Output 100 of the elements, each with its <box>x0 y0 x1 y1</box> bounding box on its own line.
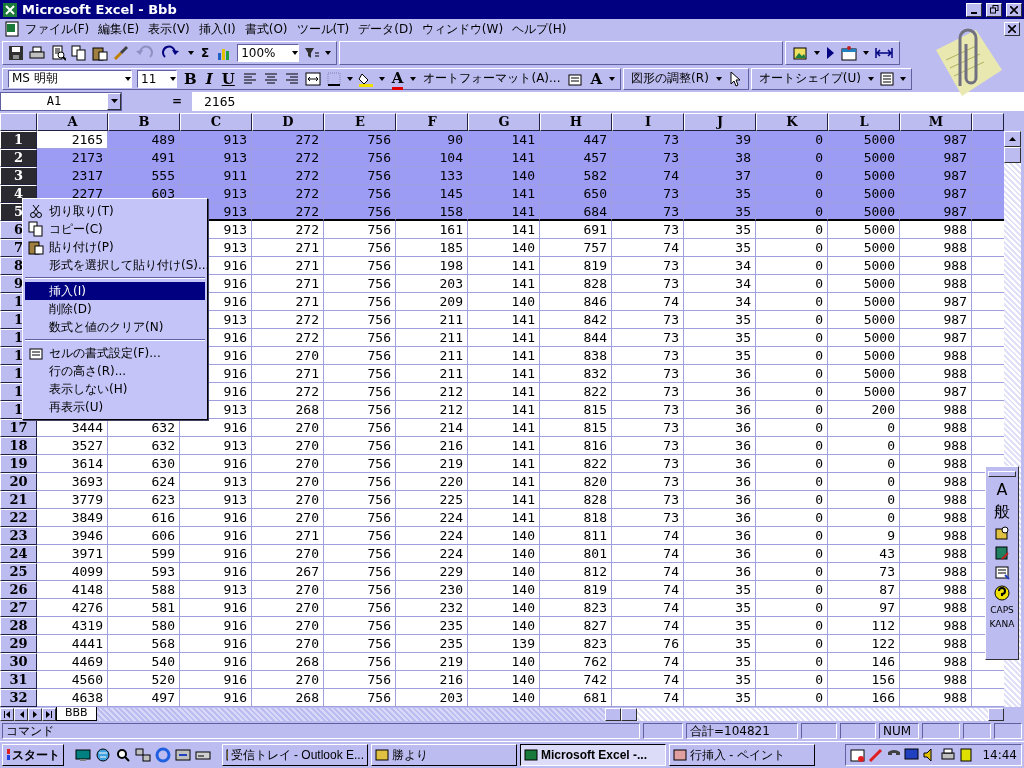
paste-icon[interactable] <box>28 239 44 255</box>
previous-sheet-button[interactable] <box>14 707 28 721</box>
row-header[interactable]: 23 <box>0 527 37 545</box>
desktop-icon[interactable] <box>75 747 91 763</box>
caret-icon[interactable] <box>715 76 722 81</box>
row-header[interactable]: 28 <box>0 617 37 635</box>
help-icon[interactable] <box>994 585 1010 601</box>
pen-icon[interactable] <box>868 747 885 763</box>
autoformat-button[interactable]: オートフォーマット(A)... <box>421 70 563 87</box>
menu-item[interactable]: ツール(T) <box>292 19 354 39</box>
caret-icon[interactable] <box>292 50 299 55</box>
row-header[interactable]: 4 <box>0 185 37 203</box>
caret-icon[interactable] <box>899 76 906 81</box>
menu-item[interactable]: 編集(E) <box>94 19 144 39</box>
caret-icon[interactable] <box>867 76 874 81</box>
row-header[interactable]: 2 <box>0 149 37 167</box>
taskbar-button[interactable]: 勝より <box>371 744 517 766</box>
align-right-icon[interactable] <box>283 70 300 87</box>
play-icon[interactable] <box>825 44 835 61</box>
input-mode-button[interactable]: A <box>996 481 1008 499</box>
row-header[interactable]: 1 <box>0 131 37 149</box>
row-header[interactable]: 18 <box>0 437 37 455</box>
row-header[interactable]: 19 <box>0 455 37 473</box>
row-header[interactable]: 22 <box>0 509 37 527</box>
globe-icon[interactable] <box>95 747 111 763</box>
start-button[interactable]: スタート <box>2 744 64 766</box>
first-sheet-button[interactable] <box>0 707 14 721</box>
next-sheet-button[interactable] <box>28 707 42 721</box>
last-sheet-button[interactable] <box>42 707 56 721</box>
zoom-field[interactable]: 100% <box>237 43 300 62</box>
adjust-shape-button[interactable]: 図形の調整(R) <box>629 70 711 87</box>
printer-icon[interactable] <box>940 747 957 763</box>
menu-item[interactable]: 表示(V) <box>144 19 194 39</box>
copy-icon[interactable] <box>28 221 44 237</box>
print-preview-icon[interactable] <box>50 44 66 61</box>
minimize-button[interactable] <box>966 2 982 17</box>
caret-icon[interactable] <box>125 76 131 81</box>
row-header[interactable]: 26 <box>0 581 37 599</box>
menu-item[interactable]: 書式(O) <box>240 19 292 39</box>
column-header[interactable]: E <box>324 113 396 131</box>
caret-icon[interactable] <box>814 50 820 55</box>
row-header[interactable]: 17 <box>0 419 37 437</box>
notebook-icon[interactable] <box>994 545 1010 561</box>
underline-button[interactable]: U <box>219 69 237 88</box>
channel-icon[interactable] <box>175 747 191 763</box>
sheet-tab[interactable]: BBB <box>56 707 97 721</box>
monitor-icon[interactable] <box>904 747 921 763</box>
formula-field[interactable]: 2165 <box>192 91 1024 111</box>
column-header[interactable]: F <box>396 113 468 131</box>
caret-icon[interactable] <box>170 76 176 81</box>
search-icon[interactable] <box>115 747 131 763</box>
column-header[interactable]: A <box>37 113 108 131</box>
caret-icon[interactable] <box>188 50 194 55</box>
save-icon[interactable] <box>8 44 24 61</box>
align-center-icon[interactable] <box>262 70 279 87</box>
row-header[interactable]: 25 <box>0 563 37 581</box>
menu-item[interactable]: データ(D) <box>354 19 417 39</box>
column-header[interactable]: G <box>468 113 540 131</box>
taskbar-button[interactable]: Microsoft Excel -... <box>520 744 666 766</box>
row-header[interactable]: 3 <box>0 167 37 185</box>
row-header[interactable]: 27 <box>0 599 37 617</box>
align-left-icon[interactable] <box>241 70 258 87</box>
horizontal-scrollbar[interactable] <box>604 707 1004 721</box>
row-header[interactable]: 29 <box>0 635 37 653</box>
column-header[interactable]: M <box>900 113 972 131</box>
close-button[interactable] <box>1006 2 1022 17</box>
select-all-corner[interactable] <box>0 113 37 131</box>
menu-item[interactable]: ウィンドウ(W) <box>417 19 508 39</box>
conversion-mode-button[interactable]: 般 <box>994 503 1010 521</box>
merge-center-icon[interactable] <box>304 70 321 87</box>
caret-icon[interactable] <box>609 76 616 81</box>
context-menu-item[interactable]: 挿入(I) <box>25 282 205 300</box>
restore-button[interactable] <box>986 2 1002 17</box>
borders-icon[interactable] <box>325 70 342 87</box>
row-header[interactable]: 30 <box>0 653 37 671</box>
column-header[interactable]: B <box>108 113 180 131</box>
picture-icon[interactable] <box>791 44 809 61</box>
row-header[interactable]: 24 <box>0 545 37 563</box>
caret-icon[interactable] <box>346 76 353 81</box>
battery-icon[interactable] <box>958 747 975 763</box>
menu-item[interactable]: ヘルプ(H) <box>508 19 571 39</box>
column-header[interactable]: L <box>828 113 900 131</box>
calendar-icon[interactable] <box>850 747 867 763</box>
column-header[interactable]: D <box>252 113 324 131</box>
print-icon[interactable] <box>29 44 45 61</box>
row-header[interactable]: 31 <box>0 671 37 689</box>
format-cells-icon[interactable] <box>28 345 44 361</box>
copy-icon[interactable] <box>71 44 87 61</box>
document-icon[interactable] <box>4 21 20 37</box>
dictionary-icon[interactable] <box>994 525 1010 541</box>
taskbar-button[interactable]: 受信トレイ - Outlook E... <box>222 744 368 766</box>
italic-button[interactable]: I <box>203 69 215 88</box>
grow-font-button[interactable]: A <box>588 69 605 88</box>
taskbar-button[interactable]: 行挿入 - ペイント <box>669 744 815 766</box>
document-close-button[interactable] <box>1004 22 1020 36</box>
row-header[interactable]: 32 <box>0 689 37 707</box>
network-icon[interactable] <box>135 747 151 763</box>
row-header[interactable]: 21 <box>0 491 37 509</box>
column-header[interactable]: C <box>180 113 252 131</box>
menu-item[interactable]: 挿入(I) <box>194 19 240 39</box>
